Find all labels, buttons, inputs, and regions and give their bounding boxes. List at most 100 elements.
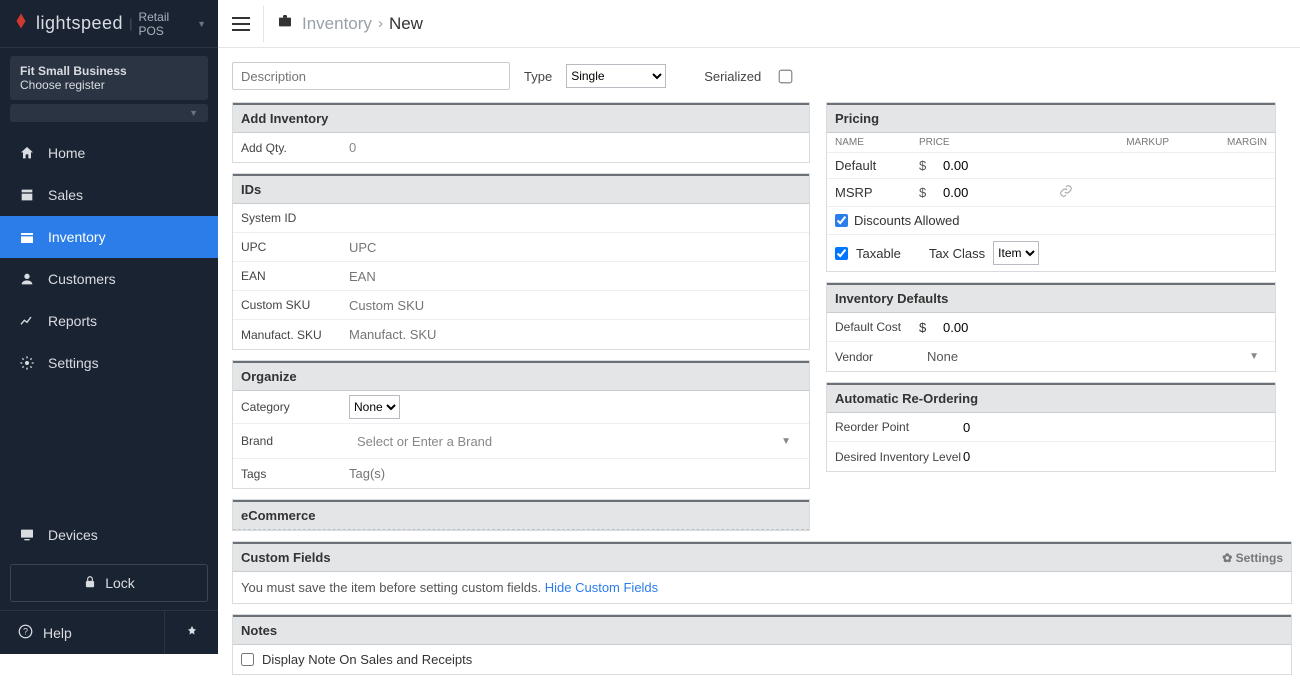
register-selector[interactable]: Fit Small Business Choose register — [10, 56, 208, 100]
upc-input[interactable] — [349, 240, 649, 255]
msrp-price-input[interactable] — [943, 185, 1003, 200]
add-qty-input[interactable] — [349, 140, 649, 155]
sidebar: lightspeed | Retail POS ▼ Fit Small Busi… — [0, 0, 218, 654]
currency: $ — [919, 320, 943, 335]
gear-icon — [18, 355, 36, 371]
description-input[interactable] — [232, 62, 510, 90]
taxclass-label: Tax Class — [929, 246, 985, 261]
link-icon[interactable] — [1059, 184, 1073, 201]
price-name: Default — [835, 158, 919, 173]
manufact-sku-input[interactable] — [349, 327, 649, 342]
col-margin: MARGIN — [1169, 137, 1267, 148]
add-qty-label: Add Qty. — [241, 141, 349, 155]
type-label: Type — [524, 69, 552, 84]
brand-product: Retail POS — [138, 10, 193, 38]
chart-icon — [18, 313, 36, 329]
lightspeed-logo-icon — [12, 12, 30, 35]
display-note-label: Display Note On Sales and Receipts — [262, 652, 472, 667]
desired-level-input[interactable] — [963, 449, 1023, 464]
nav-label: Reports — [48, 313, 97, 329]
inventory-defaults-panel: Inventory Defaults Default Cost $ Vendor… — [826, 282, 1276, 372]
pricing-panel: Pricing NAME PRICE MARKUP MARGIN Default… — [826, 102, 1276, 272]
col-price: PRICE — [919, 137, 1059, 148]
ean-label: EAN — [241, 269, 349, 283]
nav-label: Home — [48, 145, 85, 161]
monitor-icon — [18, 527, 36, 543]
briefcase-icon — [276, 13, 294, 34]
nav-label: Devices — [48, 527, 98, 543]
chevron-right-icon: › — [378, 15, 383, 32]
register-dropdown[interactable]: ▼ — [10, 104, 208, 122]
system-id-label: System ID — [241, 211, 349, 225]
taxable-label: Taxable — [856, 246, 901, 261]
panel-header: eCommerce — [233, 500, 809, 530]
serialized-checkbox[interactable] — [779, 69, 793, 83]
discounts-checkbox[interactable] — [835, 214, 848, 227]
ecommerce-panel: eCommerce — [232, 499, 810, 531]
discounts-label: Discounts Allowed — [854, 213, 960, 228]
custom-sku-label: Custom SKU — [241, 298, 349, 312]
top-bar: Inventory › New — [218, 0, 1300, 48]
caret-down-icon: ▼ — [781, 436, 791, 447]
default-price-input[interactable] — [943, 158, 1003, 173]
display-note-checkbox[interactable] — [241, 653, 254, 666]
col-markup: MARKUP — [1059, 137, 1169, 148]
lock-icon — [83, 575, 97, 592]
type-select[interactable]: Single — [566, 64, 666, 88]
nav-inventory[interactable]: Inventory — [0, 216, 218, 258]
nav-settings[interactable]: Settings — [0, 342, 218, 384]
vendor-select[interactable]: None ▼ — [919, 349, 1267, 364]
pin-button[interactable] — [164, 611, 218, 654]
menu-toggle[interactable] — [228, 6, 264, 42]
currency: $ — [919, 185, 943, 200]
business-name: Fit Small Business — [20, 64, 198, 78]
taxclass-select[interactable]: Item — [993, 241, 1039, 265]
panel-header: Custom Fields — [241, 550, 331, 565]
custom-sku-input[interactable] — [349, 298, 649, 313]
vendor-value: None — [927, 349, 958, 364]
panel-header: Add Inventory — [233, 103, 809, 133]
brand-select[interactable]: Select or Enter a Brand ▼ — [349, 428, 799, 454]
cash-register-icon — [18, 187, 36, 203]
panel-header: IDs — [233, 174, 809, 204]
gear-icon: ✿ — [1222, 551, 1232, 565]
help-label: Help — [43, 625, 72, 641]
col-name: NAME — [835, 137, 919, 148]
nav-customers[interactable]: Customers — [0, 258, 218, 300]
reorder-point-label: Reorder Point — [835, 420, 963, 434]
currency: $ — [919, 158, 943, 173]
brand-name: lightspeed — [36, 13, 123, 34]
default-cost-input[interactable] — [943, 320, 1003, 335]
nav-reports[interactable]: Reports — [0, 300, 218, 342]
category-select[interactable]: None — [349, 395, 400, 419]
pin-icon — [186, 625, 198, 640]
nav-home[interactable]: Home — [0, 132, 218, 174]
serialized-label: Serialized — [704, 69, 761, 84]
taxable-checkbox[interactable] — [835, 247, 848, 260]
nav-sales[interactable]: Sales — [0, 174, 218, 216]
panel-header: Notes — [233, 615, 1291, 645]
svg-text:?: ? — [23, 626, 28, 636]
panel-header: Organize — [233, 361, 809, 391]
caret-down-icon[interactable]: ▼ — [197, 19, 206, 29]
main-nav: Home Sales Inventory Customers Reports S — [0, 132, 218, 384]
lock-button[interactable]: Lock — [10, 564, 208, 602]
nav-label: Customers — [48, 271, 116, 287]
nav-devices[interactable]: Devices — [0, 514, 218, 556]
organize-panel: Organize Category None Brand Select or E… — [232, 360, 810, 489]
help-button[interactable]: ? Help — [0, 611, 164, 654]
home-icon — [18, 145, 36, 161]
brand-label: Brand — [241, 434, 349, 448]
tags-input[interactable] — [349, 466, 649, 481]
breadcrumb-root[interactable]: Inventory — [302, 14, 372, 34]
breadcrumb-current: New — [389, 14, 423, 34]
price-row-default: Default $ — [827, 153, 1275, 179]
nav-label: Settings — [48, 355, 99, 371]
ids-panel: IDs System ID UPC EAN Custom SKU Manufac… — [232, 173, 810, 350]
desired-level-label: Desired Inventory Level — [835, 450, 963, 464]
custom-fields-settings[interactable]: ✿ Settings — [1222, 551, 1283, 565]
hide-custom-fields-link[interactable]: Hide Custom Fields — [545, 580, 658, 595]
price-row-msrp: MSRP $ — [827, 179, 1275, 207]
ean-input[interactable] — [349, 269, 649, 284]
reorder-point-input[interactable] — [963, 420, 1023, 435]
